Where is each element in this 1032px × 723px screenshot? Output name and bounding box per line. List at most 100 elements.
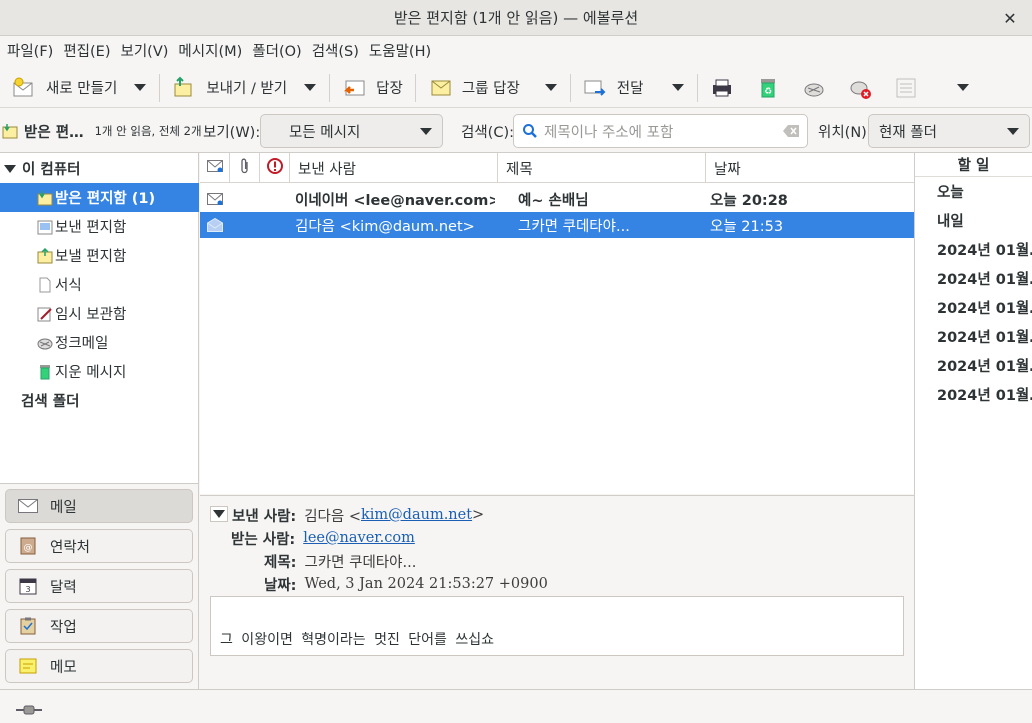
folder-item-sent[interactable]: 보낼 편지함 [0, 241, 199, 270]
search-input[interactable]: 제목이나 주소에 포함 [513, 114, 808, 148]
svg-text:3: 3 [25, 585, 30, 594]
reply-button[interactable]: 답장 [336, 70, 409, 106]
folder-label: 임시 보관함 [55, 307, 127, 323]
contacts-icon: @ [18, 537, 38, 555]
view-filter-select[interactable]: 모든 메시지 [260, 114, 443, 148]
chevron-down-icon [134, 84, 147, 91]
todo-day[interactable]: 2024년 01월… [937, 239, 1032, 259]
delete-button[interactable]: ♻ [750, 70, 796, 106]
folder-item-drafts[interactable]: 임시 보관함 [0, 299, 199, 328]
switch-memos-button[interactable]: 메모 [5, 649, 193, 683]
new-button[interactable]: 새로 만들기 [6, 70, 123, 106]
tasks-icon [18, 617, 38, 635]
switch-mail-button[interactable]: 메일 [5, 489, 193, 523]
message-list-header: 보낸 사람 제목 날짜 [200, 153, 914, 183]
chevron-down-icon [672, 84, 685, 91]
send-receive-icon [172, 76, 196, 100]
column-from[interactable]: 보낸 사람 [290, 153, 498, 183]
location-select[interactable]: 현재 폴더 [868, 114, 1030, 148]
send-receive-button[interactable]: 보내기 / 받기 [166, 70, 293, 106]
send-receive-menu-arrow[interactable] [297, 70, 323, 106]
memo-icon [18, 657, 38, 675]
todo-day[interactable]: 2024년 01월… [937, 355, 1032, 375]
search-bar: 받은 편… 1개 안 읽음, 전체 2개 보기(W): 모든 메시지 검색(C)… [0, 109, 1032, 153]
status-bar [0, 689, 1032, 723]
print-button[interactable] [704, 70, 750, 106]
message-row[interactable]: 이네이버 <lee@naver.com> 예~ 손배님 오늘 20:28 [200, 186, 914, 212]
preview-subject-label: 제목: [264, 554, 297, 571]
todo-day[interactable]: 2024년 01월… [937, 326, 1032, 346]
preview-to-email-link[interactable]: lee@naver.com [303, 530, 415, 546]
expander-down-icon[interactable] [4, 164, 16, 173]
toolbar: 새로 만들기 보내기 / 받기 답장 그룹 답장 전달 ♻ [0, 68, 1032, 108]
todo-day-today[interactable]: 오늘 [937, 181, 1032, 201]
menu-view[interactable]: 보기(V) [116, 36, 174, 68]
preview-from-email-link[interactable]: kim@daum.net [361, 507, 472, 523]
junk-icon [802, 76, 826, 100]
separator [569, 73, 571, 102]
column-attachment[interactable] [230, 153, 260, 183]
column-important[interactable] [260, 153, 290, 183]
search-icon[interactable] [522, 123, 538, 143]
chevron-down-icon [544, 84, 557, 91]
archive-button[interactable] [888, 70, 934, 106]
preview-subject: 그카면 쿠데타야... [304, 554, 417, 571]
folder-item-outbox[interactable]: 보낸 편지함 [0, 212, 199, 241]
folder-label: 보낼 편지함 [55, 249, 127, 265]
menu-file[interactable]: 파일(F) [2, 36, 58, 68]
folder-item-trash[interactable]: 지운 메시지 [0, 357, 199, 386]
todo-day[interactable]: 2024년 01월… [937, 297, 1032, 317]
menu-message[interactable]: 메시지(M) [173, 36, 247, 68]
paperclip-icon [240, 158, 250, 178]
message-date: 오늘 21:53 [710, 218, 784, 235]
menu-folder[interactable]: 폴더(O) [247, 36, 306, 68]
todo-day[interactable]: 2024년 01월… [937, 268, 1032, 288]
column-status[interactable] [200, 153, 230, 183]
not-junk-button[interactable] [842, 70, 888, 106]
view-label: 보기(W): [203, 124, 261, 141]
toolbar-overflow-arrow[interactable] [950, 70, 976, 106]
read-status-icon[interactable] [207, 186, 227, 212]
switch-contacts-label: 연락처 [50, 539, 91, 556]
todo-day-tomorrow[interactable]: 내일 [937, 210, 1032, 230]
online-status-icon[interactable] [16, 703, 42, 719]
close-icon[interactable]: ✕ [998, 6, 1022, 30]
calendar-icon: 3 [18, 577, 38, 595]
group-reply-label: 그룹 답장 [461, 81, 520, 97]
search-folders-row[interactable]: 검색 폴더 [0, 386, 199, 415]
menu-search[interactable]: 검색(S) [307, 36, 364, 68]
preview-date-row: 날짜: Wed, 3 Jan 2024 21:53:27 +0900 [264, 573, 548, 595]
menu-help[interactable]: 도움말(H) [364, 36, 436, 68]
read-status-icon[interactable] [207, 212, 227, 238]
folder-item-inbox[interactable]: 받은 편지함 (1) [0, 183, 199, 212]
forward-menu-arrow[interactable] [665, 70, 691, 106]
message-body[interactable]: 그 이왕이면 혁명이라는 멋진 단어를 쓰십쇼 [210, 596, 904, 656]
new-menu-arrow[interactable] [127, 70, 153, 106]
switch-calendar-button[interactable]: 3 달력 [5, 569, 193, 603]
junk-button[interactable] [796, 70, 842, 106]
trash-icon: ♻ [756, 76, 780, 100]
folder-item-junk[interactable]: 정크메일 [0, 328, 199, 357]
clear-icon[interactable] [783, 125, 799, 141]
collapse-headers-icon[interactable] [210, 506, 228, 522]
message-row[interactable]: 김다음 <kim@daum.net> 그카면 쿠데타야... 오늘 21:53 [200, 212, 914, 238]
column-date[interactable]: 날짜 [706, 153, 914, 183]
forward-icon [583, 76, 607, 100]
switch-tasks-button[interactable]: 작업 [5, 609, 193, 643]
group-reply-icon [428, 76, 452, 100]
message-subject: 예~ 손배님 [518, 192, 589, 209]
account-row[interactable]: 이 컴퓨터 [0, 154, 199, 183]
forward-label: 전달 [616, 81, 644, 97]
switch-contacts-button[interactable]: @ 연락처 [5, 529, 193, 563]
view-filter-value: 모든 메시지 [289, 124, 361, 141]
menu-edit[interactable]: 편집(E) [58, 36, 115, 68]
todo-day[interactable]: 2024년 01월… [937, 384, 1032, 404]
group-reply-menu-arrow[interactable] [538, 70, 564, 106]
folder-item-templates[interactable]: 서식 [0, 270, 199, 299]
location-label: 위치(N) [818, 124, 867, 141]
column-date-label: 날짜 [714, 161, 741, 178]
group-reply-button[interactable]: 그룹 답장 [422, 70, 526, 106]
preview-from-row: 보낸 사람: 김다음 < kim@daum.net > [232, 504, 484, 526]
forward-button[interactable]: 전달 [577, 70, 650, 106]
column-subject[interactable]: 제목 [498, 153, 706, 183]
